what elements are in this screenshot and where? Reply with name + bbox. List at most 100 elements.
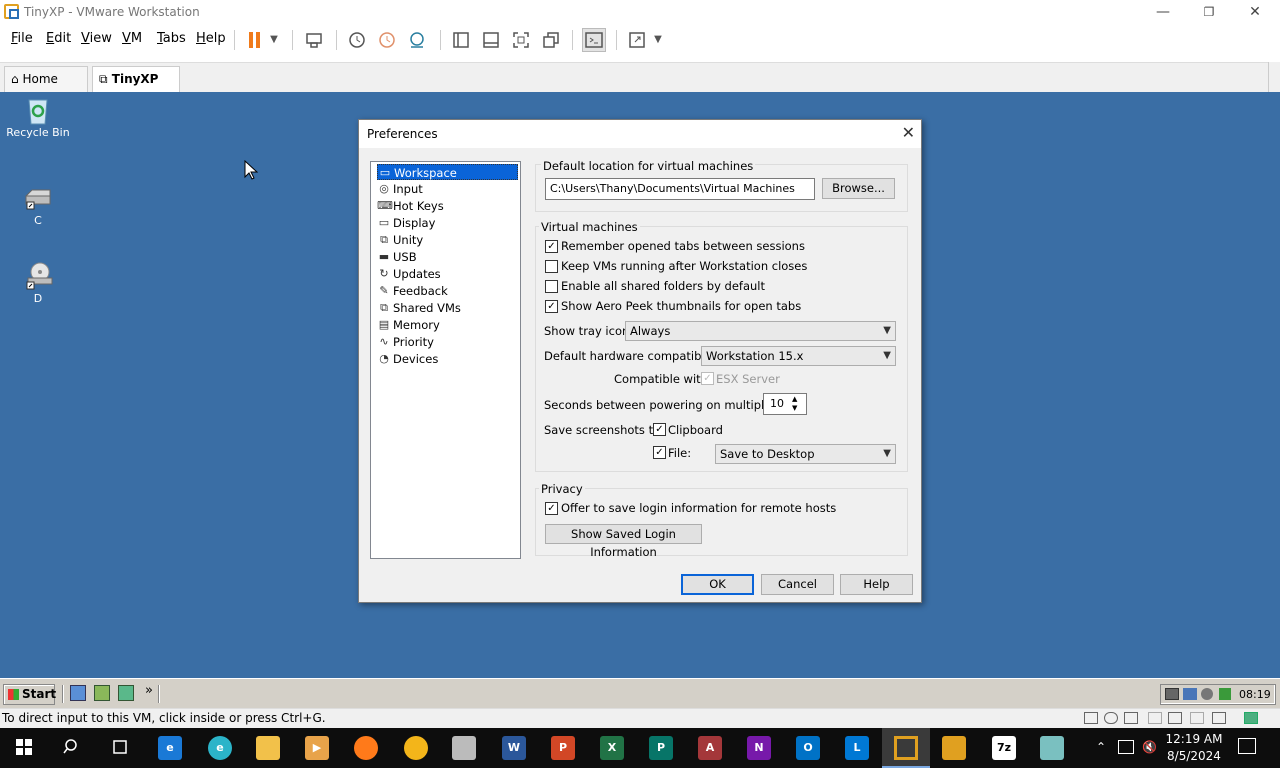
nav-item-unity[interactable]: ⧉ Unity — [377, 232, 518, 248]
nav-item-priority[interactable]: ∿ Priority — [377, 334, 518, 350]
revert-snapshot-icon[interactable] — [375, 28, 399, 52]
nav-item-devices[interactable]: ◔ Devices — [377, 351, 518, 367]
close-button[interactable]: ✕ — [1232, 2, 1278, 22]
menu-file[interactable]: File — [11, 31, 33, 46]
quick-launch-chevron-icon[interactable]: » — [145, 683, 153, 698]
maximize-button[interactable]: ❐ — [1186, 2, 1232, 22]
network-icon[interactable] — [1183, 688, 1197, 700]
update-icon[interactable] — [1219, 688, 1231, 700]
notifications-icon[interactable] — [1238, 738, 1256, 754]
quick-launch-icon[interactable] — [94, 685, 110, 701]
library-view-icon[interactable] — [449, 28, 473, 52]
keep-vms-running-checkbox[interactable] — [545, 260, 558, 273]
show-saved-login-button[interactable]: Show Saved Login Information — [545, 524, 702, 559]
stretch-dropdown-icon[interactable]: ▼ — [650, 28, 666, 52]
esx-server-checkbox[interactable]: ✓ — [701, 372, 714, 385]
snapshot-icon[interactable] — [345, 28, 369, 52]
unity-icon[interactable] — [539, 28, 563, 52]
enable-shared-folders-checkbox[interactable] — [545, 280, 558, 293]
dialog-close-icon[interactable]: ✕ — [902, 123, 915, 142]
desktop-icon-c[interactable]: C — [0, 182, 76, 227]
desktop-icon-recycle-bin[interactable]: Recycle Bin — [0, 94, 76, 139]
start-button[interactable]: Start — [3, 684, 56, 705]
show-desktop-icon[interactable] — [70, 685, 86, 701]
stretch-guest-icon[interactable] — [625, 28, 649, 52]
outlook-icon[interactable]: O — [796, 736, 820, 760]
tray-icon-select[interactable]: Always ▼ — [625, 321, 896, 341]
default-location-input[interactable]: C:\Users\Thany\Documents\Virtual Machine… — [545, 178, 815, 200]
full-screen-icon[interactable] — [509, 28, 533, 52]
tab-scroll[interactable] — [1268, 62, 1280, 92]
7zip-icon[interactable]: 7z — [992, 736, 1016, 760]
edge-icon[interactable]: e — [208, 736, 232, 760]
security-icon[interactable] — [1201, 688, 1213, 700]
show-hidden-icons-chevron-icon[interactable]: ⌃ — [1096, 740, 1106, 754]
thumbnail-bar-icon[interactable] — [479, 28, 503, 52]
file-explorer-icon[interactable] — [256, 736, 280, 760]
volume-muted-icon[interactable]: 🔇 — [1142, 740, 1157, 754]
console-view-icon[interactable] — [582, 28, 606, 52]
access-icon[interactable]: A — [698, 736, 722, 760]
quick-launch-icon[interactable] — [118, 685, 134, 701]
offer-save-login-checkbox[interactable]: ✓ — [545, 502, 558, 515]
app-icon[interactable] — [1040, 736, 1064, 760]
file-location-select[interactable]: Save to Desktop ▼ — [715, 444, 896, 464]
audio-status-icon[interactable] — [1212, 712, 1226, 724]
host-clock[interactable]: 12:19 AM 8/5/2024 — [1160, 731, 1228, 765]
menu-view[interactable]: View — [81, 31, 112, 46]
desktop-icon-d[interactable]: D — [0, 260, 76, 305]
vmware-taskbar-button[interactable] — [882, 728, 930, 768]
nav-item-workspace[interactable]: ▭ Workspace — [377, 164, 518, 180]
file-checkbox[interactable]: ✓ — [653, 446, 666, 459]
aero-peek-checkbox[interactable]: ✓ — [545, 300, 558, 313]
nav-item-usb[interactable]: ▬ USB — [377, 249, 518, 265]
printer-status-icon[interactable] — [1148, 712, 1162, 724]
clipboard-checkbox[interactable]: ✓ — [653, 423, 666, 436]
nav-item-updates[interactable]: ↻ Updates — [377, 266, 518, 282]
hard-disk-status-icon[interactable] — [1084, 712, 1098, 724]
app-icon[interactable] — [404, 736, 428, 760]
media-player-icon[interactable]: ▶ — [305, 736, 329, 760]
minimize-button[interactable]: — — [1140, 2, 1186, 22]
spinner-up-icon[interactable]: ▲ — [792, 395, 797, 404]
vmware-player-icon[interactable] — [942, 736, 966, 760]
power-dropdown-icon[interactable]: ▼ — [266, 28, 282, 52]
remember-tabs-checkbox[interactable]: ✓ — [545, 240, 558, 253]
nav-item-display[interactable]: ▭ Display — [377, 215, 518, 231]
search-icon[interactable] — [60, 736, 84, 760]
excel-icon[interactable]: X — [600, 736, 624, 760]
word-icon[interactable]: W — [502, 736, 526, 760]
send-ctrl-alt-del-icon[interactable] — [302, 28, 326, 52]
nav-item-memory[interactable]: ▤ Memory — [377, 317, 518, 333]
seconds-spinner[interactable]: 10 ▲ ▼ — [763, 393, 807, 415]
help-button[interactable]: Help — [840, 574, 913, 595]
task-view-icon[interactable] — [108, 736, 132, 760]
vmware-tools-icon[interactable] — [1165, 688, 1179, 700]
pause-icon[interactable] — [244, 28, 268, 52]
usb-status-icon[interactable] — [1190, 712, 1204, 724]
firefox-icon[interactable] — [354, 736, 378, 760]
powerpoint-icon[interactable]: P — [551, 736, 575, 760]
snapshot-manager-icon[interactable] — [405, 28, 429, 52]
menu-vm[interactable]: VM — [122, 31, 142, 46]
app-icon[interactable] — [452, 736, 476, 760]
publisher-icon[interactable]: P — [649, 736, 673, 760]
tab-tinyxp[interactable]: ⧉ TinyXP ✕ — [92, 66, 180, 110]
nav-item-hot-keys[interactable]: ⌨ Hot Keys — [377, 198, 518, 214]
menu-help[interactable]: Help — [196, 31, 226, 46]
sound-status-icon[interactable] — [1168, 712, 1182, 724]
menu-edit[interactable]: Edit — [46, 31, 71, 46]
onenote-icon[interactable]: N — [747, 736, 771, 760]
message-icon[interactable] — [1244, 712, 1258, 724]
nav-item-input[interactable]: ◎ Input — [377, 181, 518, 197]
spinner-down-icon[interactable]: ▼ — [792, 404, 797, 413]
internet-explorer-icon[interactable]: e — [158, 736, 182, 760]
cancel-button[interactable]: Cancel — [761, 574, 834, 595]
network-tray-icon[interactable] — [1118, 740, 1134, 754]
nav-item-feedback[interactable]: ✎ Feedback — [377, 283, 518, 299]
tab-home[interactable]: ⌂ Home ✕ — [4, 66, 88, 110]
network-status-icon[interactable] — [1124, 712, 1138, 724]
windows-start-icon[interactable] — [12, 736, 36, 760]
hardware-compat-select[interactable]: Workstation 15.x ▼ — [701, 346, 896, 366]
ok-button[interactable]: OK — [681, 574, 754, 595]
